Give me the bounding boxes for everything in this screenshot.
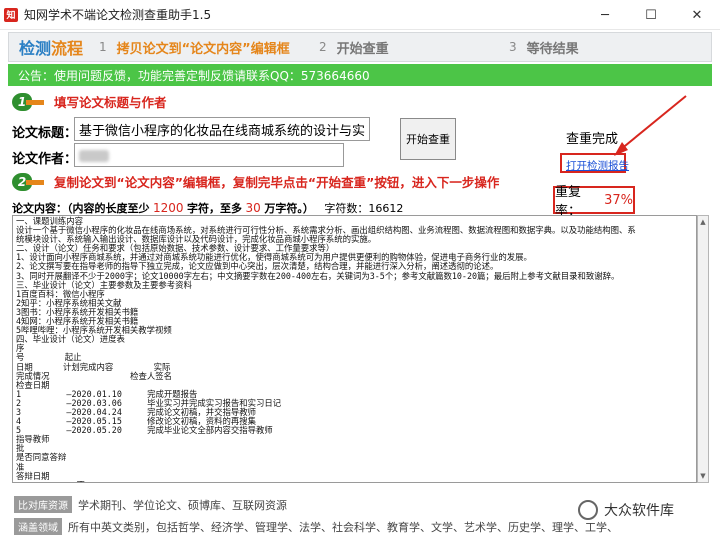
author-input[interactable] <box>74 143 344 167</box>
step-3: 3 等待结果 <box>509 38 579 57</box>
footer-text-1: 学术期刊、学位论文、硕博库、互联网资源 <box>78 498 287 512</box>
repeat-rate-label: 重复率： <box>555 185 582 219</box>
content-info: 论文内容：（内容的长度至少 1200 字符，至多 30 万字符。） 字符数：16… <box>12 201 404 215</box>
window-controls: ─ ☐ ✕ <box>582 0 720 30</box>
title-bar: 知 知网学术不端论文检测查重助手1.5 ─ ☐ ✕ <box>0 0 720 30</box>
repeat-rate-value: 37% <box>604 192 633 208</box>
close-button[interactable]: ✕ <box>674 0 720 30</box>
scroll-up-icon[interactable]: ▲ <box>698 216 708 228</box>
step-3-number: 3 <box>509 40 517 54</box>
title-input[interactable] <box>74 117 370 141</box>
section-1-header: 1 填写论文标题与作者 <box>12 92 167 111</box>
step-bar-title: 检测流程 <box>19 39 84 58</box>
step-2-number: 2 <box>319 40 327 54</box>
wechat-logo-icon <box>578 500 598 520</box>
step-badge-icon: 1 <box>12 92 44 111</box>
section-2-header: 2 复制论文到“论文内容”编辑框，复制完毕点击“开始查重”按钮，进入下一步操作 <box>12 172 499 191</box>
title-label: 论文标题： <box>12 126 78 141</box>
app-icon: 知 <box>4 7 18 22</box>
content-textarea[interactable]: 一、课题训练内容 设计一个基于微信小程序的化妆品在线商场系统，对系统进行可行性分… <box>12 215 697 483</box>
author-label: 论文作者： <box>12 152 78 167</box>
step-2: 2 开始查重 <box>319 38 509 57</box>
content-scrollbar[interactable]: ▲ ▼ <box>697 215 709 483</box>
start-check-button[interactable]: 开始查重 <box>400 118 456 160</box>
char-count: 16612 <box>368 202 404 215</box>
maximize-button[interactable]: ☐ <box>628 0 674 30</box>
footer-text-2: 所有中英文类别，包括哲学、经济学、管理学、法学、社会科学、教育学、文学、艺术学、… <box>68 520 614 534</box>
step-1: 1 拷贝论文到“论文内容”编辑框 <box>99 38 319 57</box>
footer-row-2: 涵盖领域 所有中英文类别，包括哲学、经济学、管理学、法学、社会科学、教育学、文学… <box>14 518 614 535</box>
watermark-text: 大众软件库 <box>604 503 674 519</box>
scroll-down-icon[interactable]: ▼ <box>698 470 708 482</box>
footer-tag-2: 涵盖领域 <box>14 518 62 535</box>
step-1-label: 拷贝论文到“论文内容”编辑框 <box>116 41 290 57</box>
step-badge-icon: 2 <box>12 172 44 191</box>
step-3-label: 等待结果 <box>526 41 579 57</box>
section-1-text: 填写论文标题与作者 <box>54 95 167 110</box>
minimize-button[interactable]: ─ <box>582 0 628 30</box>
step-bar: 检测流程 1 拷贝论文到“论文内容”编辑框 2 开始查重 3 等待结果 <box>8 32 712 62</box>
repeat-rate-box: 重复率： 37% <box>553 185 635 219</box>
notice-bar: 公告：使用问题反馈，功能完善定制反馈请联系QQ：573664660 <box>8 64 712 86</box>
redacted-author <box>79 150 109 162</box>
footer-tag-1: 比对库资源 <box>14 496 72 513</box>
window-title: 知网学术不端论文检测查重助手1.5 <box>24 8 212 22</box>
section-2-text: 复制论文到“论文内容”编辑框，复制完毕点击“开始查重”按钮，进入下一步操作 <box>54 175 500 190</box>
step-2-label: 开始查重 <box>336 41 389 57</box>
annotation-arrow-icon <box>614 95 687 156</box>
footer-row-1: 比对库资源 学术期刊、学位论文、硕博库、互联网资源 <box>14 496 287 513</box>
step-1-number: 1 <box>99 40 107 54</box>
watermark: 大众软件库 <box>578 500 674 520</box>
